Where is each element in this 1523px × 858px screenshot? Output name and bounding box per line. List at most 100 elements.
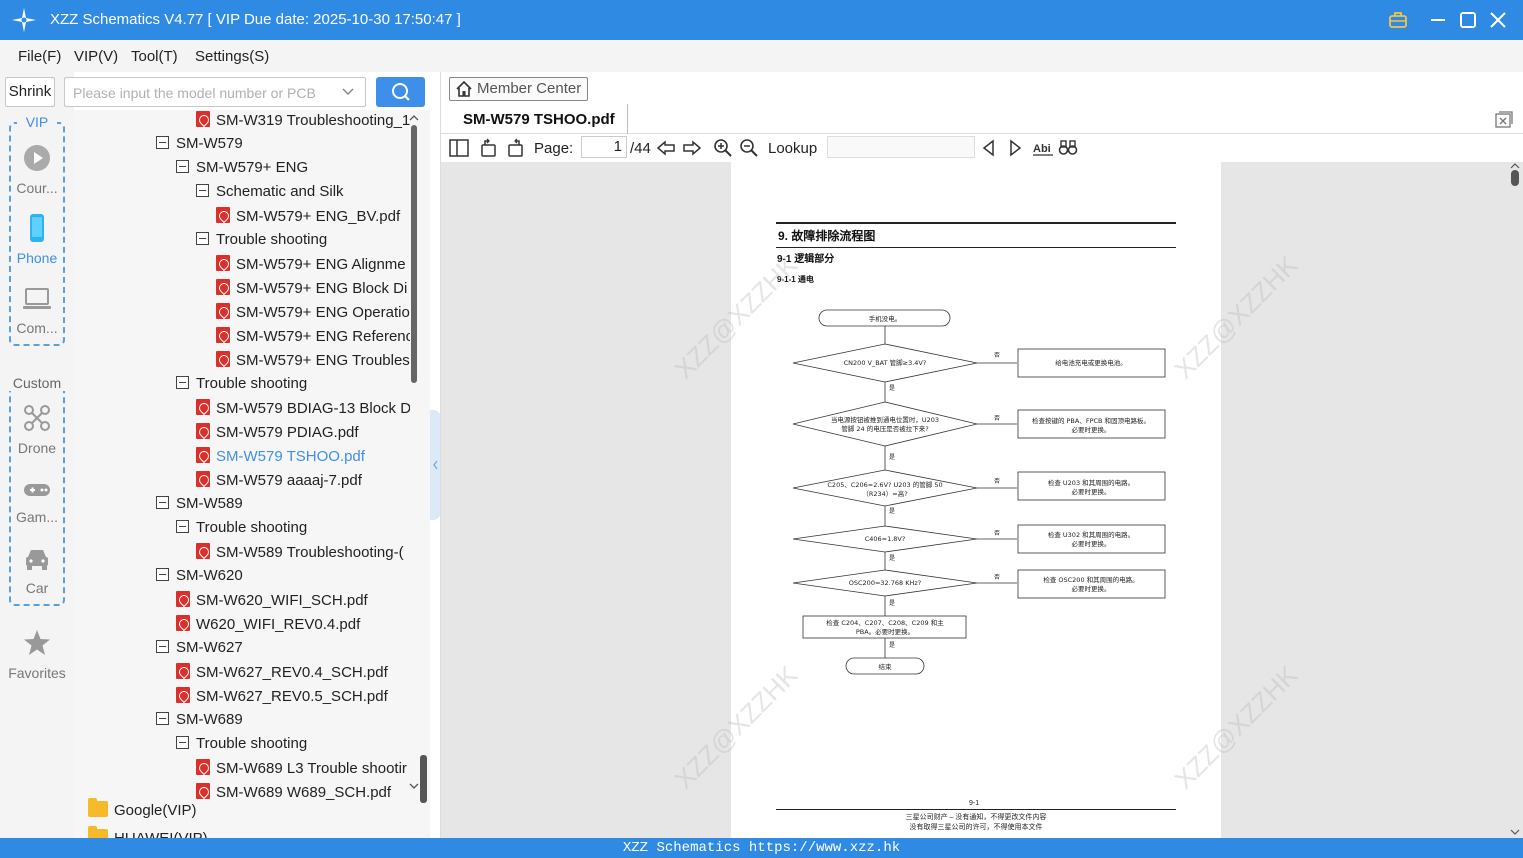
tree-row[interactable]: SM-W579+ ENG_BV.pdf	[216, 207, 400, 231]
chevron-down-icon[interactable]	[341, 86, 355, 98]
rail-item-drone[interactable]: Drone	[5, 403, 69, 456]
tree-row[interactable]: SM-W319 Troubleshooting_1	[196, 111, 410, 135]
tree-row[interactable]: SM-W579+ ENG Alignme	[216, 255, 406, 279]
document-scrollbar[interactable]	[1507, 162, 1523, 838]
minimize-icon[interactable]	[1426, 8, 1450, 32]
rail-item-phone[interactable]: Phone	[5, 213, 69, 266]
tree-row[interactable]: SM-W579+ ENG Block Di	[216, 279, 407, 303]
pdf-icon	[176, 591, 190, 607]
page-number-input[interactable]: 1	[581, 136, 627, 158]
flow-no-label: 否	[994, 574, 1000, 581]
find-next-icon[interactable]	[1005, 138, 1025, 158]
rail-item-favorites[interactable]: Favorites	[5, 628, 69, 681]
lookup-input[interactable]	[827, 136, 975, 158]
tree-row[interactable]: SM-W589 Troubleshooting-(	[196, 543, 404, 567]
rail-item-car[interactable]: Car	[5, 545, 69, 596]
previous-page-icon[interactable]	[656, 138, 676, 158]
flow-action-4a: 检查 U302 和其周围的电路。	[1048, 530, 1134, 539]
outer-scroll-thumb[interactable]	[420, 755, 427, 803]
collapse-icon[interactable]	[156, 136, 169, 149]
tree-row-selected[interactable]: SM-W579 TSHOO.pdf	[196, 447, 365, 471]
flow-start: 手机没电。	[869, 314, 902, 323]
match-case-icon[interactable]: Abi	[1032, 138, 1054, 158]
scroll-up-icon[interactable]	[1507, 162, 1523, 170]
collapse-icon[interactable]	[156, 568, 169, 581]
member-center-label: Member Center	[477, 80, 582, 97]
collapse-icon[interactable]	[196, 232, 209, 245]
pdf-icon	[196, 423, 210, 439]
tree-row[interactable]: Trouble shooting	[176, 375, 307, 399]
rotate-left-icon[interactable]	[479, 138, 499, 158]
collapse-icon[interactable]	[176, 160, 189, 173]
tree-row[interactable]: SM-W689 L3 Trouble shootir	[196, 759, 407, 783]
member-center-button[interactable]: Member Center	[449, 77, 588, 101]
rail-item-computer[interactable]: Com...	[5, 285, 69, 336]
vip-briefcase-icon[interactable]	[1386, 8, 1410, 32]
home-icon	[456, 80, 472, 97]
tree-row[interactable]: Trouble shooting	[196, 231, 327, 255]
tree-row[interactable]: SM-W627	[156, 639, 243, 663]
document-view[interactable]: 9. 故障排除流程图 9-1 逻辑部分 9-1-1 通电 手机没电。 CN200…	[441, 162, 1523, 838]
tree-row[interactable]: SM-W579+ ENG	[176, 159, 308, 183]
tree-row[interactable]: SM-W579+ ENG Referenc	[216, 327, 410, 351]
shrink-button[interactable]: Shrink	[5, 77, 55, 107]
collapse-icon[interactable]	[196, 184, 209, 197]
scroll-down-icon[interactable]	[1507, 828, 1523, 836]
tree-row[interactable]: SM-W579 PDIAG.pdf	[196, 423, 359, 447]
tree-scrollbar[interactable]	[408, 110, 420, 800]
document-scroll-thumb[interactable]	[1511, 170, 1519, 186]
rail-item-courses[interactable]: Cour...	[5, 143, 69, 196]
tree-row[interactable]: SM-W689 W689_SCH.pdf	[196, 783, 391, 800]
pdf-icon	[196, 399, 210, 415]
zoom-out-icon[interactable]	[739, 138, 759, 158]
menu-tool[interactable]: Tool(T)	[131, 48, 178, 65]
rail-item-label: Favorites	[8, 665, 66, 681]
tree-row[interactable]: SM-W627_REV0.4_SCH.pdf	[176, 663, 388, 687]
status-bar: XZZ Schematics https://www.xzz.hk	[0, 838, 1523, 858]
tree-row[interactable]: Trouble shooting	[176, 519, 307, 543]
brand-folder-huawei[interactable]: HUAWEI(VIP)	[88, 826, 208, 838]
collapse-icon[interactable]	[156, 496, 169, 509]
tree-scroll-thumb[interactable]	[411, 125, 417, 383]
close-icon[interactable]	[1486, 8, 1510, 32]
rotate-right-icon[interactable]	[505, 138, 525, 158]
next-page-icon[interactable]	[682, 138, 702, 158]
menu-vip[interactable]: VIP(V)	[74, 48, 118, 65]
model-search-input[interactable]	[73, 85, 333, 101]
tree-row[interactable]: SM-W689	[156, 711, 243, 735]
flow-action-4b: 必要时更换。	[1072, 539, 1111, 548]
close-tab-icon[interactable]	[1495, 111, 1513, 129]
tree-row[interactable]: W620_WIFI_REV0.4.pdf	[176, 615, 360, 639]
tree-row[interactable]: SM-W579+ ENG Operatio	[216, 303, 410, 327]
tree-row[interactable]: SM-W579 aaaaj-7.pdf	[196, 471, 362, 495]
find-previous-icon[interactable]	[979, 138, 999, 158]
tree-row[interactable]: SM-W589	[156, 495, 243, 519]
tree-row[interactable]: SM-W579+ ENG Troubles	[216, 351, 410, 375]
menu-file[interactable]: File(F)	[18, 48, 61, 65]
find-all-icon[interactable]	[1058, 138, 1078, 158]
collapse-icon[interactable]	[176, 376, 189, 389]
collapse-icon[interactable]	[156, 712, 169, 725]
search-button[interactable]	[376, 77, 425, 107]
menu-settings[interactable]: Settings(S)	[195, 48, 269, 65]
tree-row[interactable]: SM-W579 BDIAG-13 Block D	[196, 399, 410, 423]
scroll-down-icon[interactable]	[408, 781, 420, 791]
maximize-icon[interactable]	[1456, 8, 1480, 32]
tree-row[interactable]: SM-W627_REV0.5_SCH.pdf	[176, 687, 388, 711]
phone-icon	[30, 214, 44, 242]
tree-row[interactable]: SM-W620	[156, 567, 243, 591]
zoom-in-icon[interactable]	[713, 138, 733, 158]
rail-item-game[interactable]: Gam...	[5, 478, 69, 525]
collapse-icon[interactable]	[176, 520, 189, 533]
sidebar-toggle-icon[interactable]	[449, 138, 469, 158]
tree-row[interactable]: SM-W620_WIFI_SCH.pdf	[176, 591, 368, 615]
collapse-icon[interactable]	[156, 640, 169, 653]
flow-decision-3a: C205、C206=2.6V? U203 的管脚 50	[827, 480, 942, 489]
tree-row[interactable]: Schematic and Silk	[196, 183, 344, 207]
tree-row[interactable]: SM-W579	[156, 135, 243, 159]
scroll-up-icon[interactable]	[408, 113, 420, 123]
brand-folder-google[interactable]: Google(VIP)	[88, 798, 197, 819]
collapse-icon[interactable]	[176, 736, 189, 749]
tree-row[interactable]: Trouble shooting	[176, 735, 307, 759]
tab-sm-w579-tshoo[interactable]: SM-W579 TSHOO.pdf	[451, 104, 628, 134]
